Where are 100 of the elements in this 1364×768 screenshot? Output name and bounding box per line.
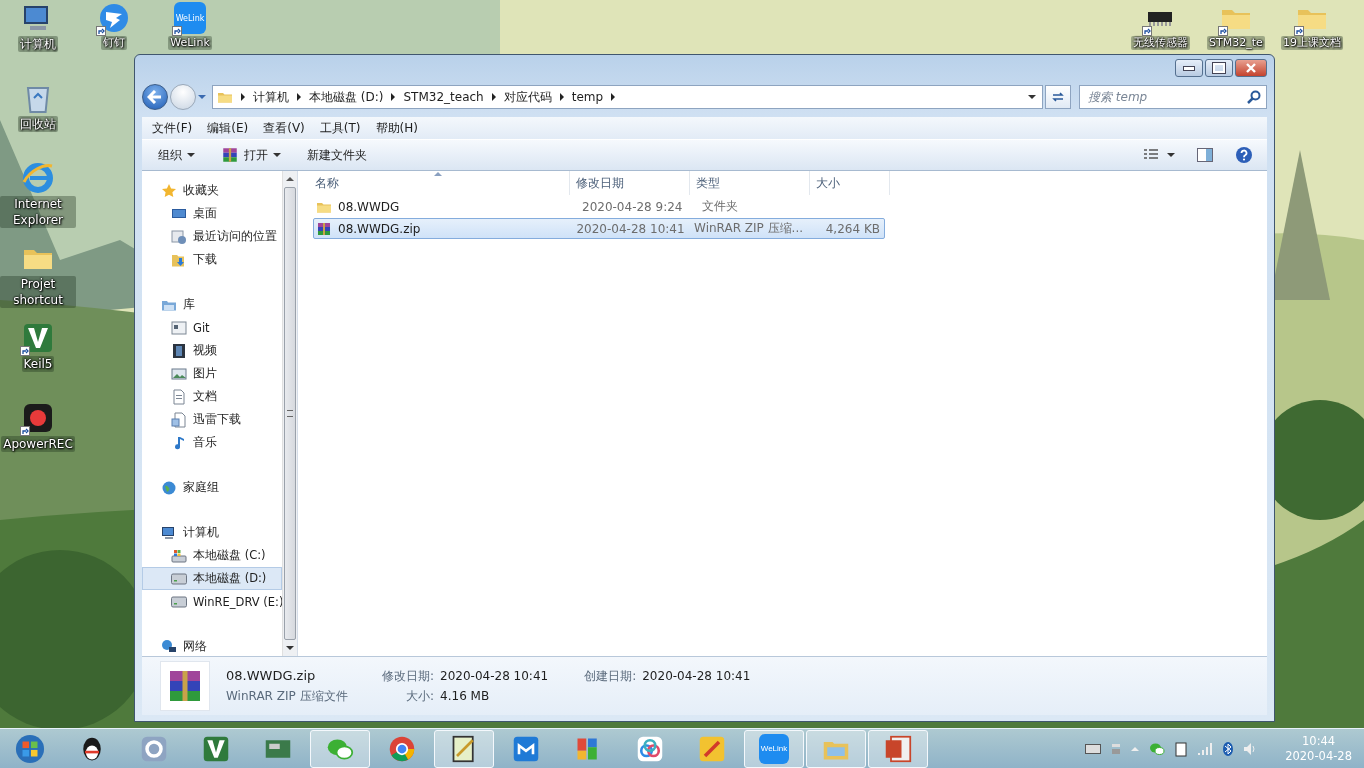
drive-icon xyxy=(171,570,187,587)
column-header[interactable]: 类型 xyxy=(690,171,810,195)
menu-item[interactable]: 编辑(E) xyxy=(201,117,255,139)
nav-item[interactable]: 桌面 xyxy=(142,202,282,225)
search-field[interactable]: 搜索 temp xyxy=(1079,85,1267,109)
menu-item[interactable]: 帮助(H) xyxy=(369,117,424,139)
nav-item[interactable]: 计算机 xyxy=(142,521,282,544)
close-button[interactable] xyxy=(1235,59,1267,77)
keil-icon xyxy=(202,734,230,763)
nav-item[interactable]: 迅雷下载 xyxy=(142,408,282,431)
refresh-icon xyxy=(1051,91,1065,103)
document-icon xyxy=(171,388,187,405)
toolbar-button[interactable]: 打开 xyxy=(215,143,287,167)
column-header[interactable]: 名称 xyxy=(298,171,570,195)
nav-item[interactable]: 本地磁盘 (D:) xyxy=(142,567,282,590)
picture-icon xyxy=(171,365,187,382)
nav-item[interactable]: 最近访问的位置 xyxy=(142,225,282,248)
field-label: 修改日期: xyxy=(382,667,435,685)
maximize-button[interactable] xyxy=(1205,59,1233,77)
toolbar-button[interactable]: 组织 xyxy=(152,143,201,167)
field-value: 4.16 MB xyxy=(440,688,491,703)
search-icon xyxy=(1247,90,1261,104)
nav-item[interactable]: 收藏夹 xyxy=(142,179,282,202)
globe-icon xyxy=(161,479,177,496)
back-arrow-icon xyxy=(147,90,163,104)
date-cell-text: 2020-04-28 9:24 xyxy=(581,199,684,214)
nav-item[interactable]: 文档 xyxy=(142,385,282,408)
help-icon xyxy=(1235,146,1253,164)
breadcrumb-item[interactable]: temp xyxy=(571,90,604,104)
minimize-button[interactable] xyxy=(1175,59,1203,77)
desktop-icon-label[interactable]: ApowerREC xyxy=(1,436,75,452)
nav-item[interactable]: 家庭组 xyxy=(142,476,282,499)
address-dropdown-icon xyxy=(1028,95,1036,99)
nav-item[interactable]: 本地磁盘 (C:) xyxy=(142,544,282,567)
app-logo-icon: WeLink xyxy=(174,2,206,34)
clock-window-icon xyxy=(171,228,187,245)
archive-icon xyxy=(221,146,239,164)
keyboard-icon xyxy=(1085,743,1102,754)
breadcrumb-arrow-icon xyxy=(241,93,245,101)
list-view-icon xyxy=(1143,149,1159,161)
nav-item[interactable]: 音乐 xyxy=(142,431,282,454)
browser-e-icon xyxy=(22,162,54,194)
nav-item[interactable]: 视频 xyxy=(142,339,282,362)
desktop-icon-label[interactable]: Keil5 xyxy=(21,356,55,372)
type-cell-text: WinRAR ZIP 压缩... xyxy=(693,220,805,237)
toolbar-button[interactable]: 新建文件夹 xyxy=(301,143,373,167)
field-label: 大小: xyxy=(405,687,435,705)
record-icon xyxy=(22,402,54,434)
nav-item[interactable]: 图片 xyxy=(142,362,282,385)
menu-item[interactable]: 文件(F) xyxy=(146,117,199,139)
desktop-icon-label[interactable]: Projet shortcut xyxy=(0,276,76,308)
computer-icon xyxy=(161,524,177,541)
language-bar-icon xyxy=(1111,742,1122,755)
breadcrumb-item[interactable]: 本地磁盘 (D:) xyxy=(309,88,384,106)
file-row[interactable]: 08.WWDG 2020-04-28 9:24 文件夹 xyxy=(313,196,885,217)
document-icon xyxy=(171,411,187,428)
size-cell-text: 4,264 KB xyxy=(824,221,881,236)
browser-ball-icon xyxy=(388,734,416,763)
file-row[interactable]: 08.WWDG.zip 2020-04-28 10:41 WinRAR ZIP 压缩... 4,264 KB xyxy=(313,218,885,239)
nav-item[interactable]: 网络 xyxy=(142,635,282,656)
column-header[interactable]: 修改日期 xyxy=(570,171,690,195)
nav-item[interactable]: Git xyxy=(142,316,282,339)
film-icon xyxy=(171,342,187,359)
column-header[interactable]: 大小 xyxy=(810,171,890,195)
wing-icon xyxy=(98,2,130,34)
file-name: 08.WWDG.zip xyxy=(226,667,317,683)
star-icon xyxy=(161,182,177,199)
breadcrumb-arrow-icon xyxy=(297,93,301,101)
back-button[interactable] xyxy=(142,84,168,110)
app-logo-icon: WeLink xyxy=(759,733,789,764)
breadcrumb-arrow-icon xyxy=(559,93,564,101)
breadcrumb-item[interactable]: 对应代码 xyxy=(503,88,552,106)
clipboard-icon xyxy=(1175,740,1188,757)
file-type: WinRAR ZIP 压缩文件 xyxy=(226,687,349,705)
slides-icon xyxy=(884,734,912,763)
bluetooth-icon xyxy=(1223,741,1234,756)
refresh-button[interactable] xyxy=(1045,85,1071,109)
breadcrumb-item[interactable]: STM32_teach xyxy=(403,90,484,104)
scrollbar-thumb[interactable] xyxy=(284,187,296,640)
nav-item[interactable]: 库 xyxy=(142,293,282,316)
field-value: 2020-04-28 10:41 xyxy=(642,668,751,683)
field-label: 创建日期: xyxy=(584,667,637,685)
pen-icon xyxy=(698,734,726,763)
address-bar[interactable]: 计算机 本地磁盘 (D:) STM32_teach 对应代码 temp xyxy=(212,85,1043,109)
sort-arrow-icon xyxy=(434,172,442,176)
signal-icon xyxy=(1197,741,1214,756)
breadcrumb-item[interactable]: 计算机 xyxy=(253,88,289,106)
file-name: 08.WWDG xyxy=(338,199,400,214)
system-drive-icon xyxy=(171,547,187,564)
nav-item[interactable]: WinRE_DRV (E:) xyxy=(142,590,282,613)
taskbar-app-button[interactable] xyxy=(434,729,494,768)
nav-item[interactable]: 下载 xyxy=(142,248,282,271)
desktop-icon-label[interactable]: Internet Explorer xyxy=(0,196,76,228)
type-cell-text: 文件夹 xyxy=(701,198,739,215)
drive-icon xyxy=(171,593,187,610)
menu-item[interactable]: 查看(V) xyxy=(257,117,311,139)
keil-icon xyxy=(22,322,54,354)
file-name: 08.WWDG.zip xyxy=(338,221,421,236)
breadcrumb-arrow-icon xyxy=(491,93,496,101)
menu-item[interactable]: 工具(T) xyxy=(313,117,367,139)
